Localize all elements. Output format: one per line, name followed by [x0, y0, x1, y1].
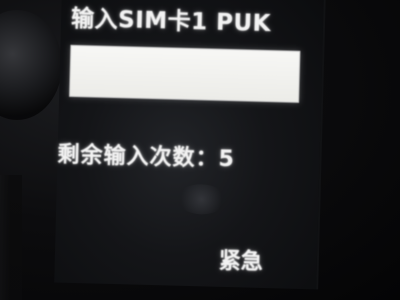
- phone-photo: 输入SIM卡1 PUK 剩余输入次数：5 紧急: [0, 0, 400, 300]
- emergency-softkey[interactable]: 紧急: [218, 243, 264, 276]
- puk-input-field[interactable]: [69, 44, 301, 103]
- puk-prompt-title: 输入SIM卡1 PUK: [70, 5, 272, 38]
- phone-body-edge: [0, 10, 62, 120]
- remaining-attempts-label: 剩余输入次数：5: [57, 142, 236, 173]
- phone-body-edge-lower: [0, 175, 22, 300]
- screen-reflection: [176, 183, 227, 215]
- phone-screen: 输入SIM卡1 PUK 剩余输入次数：5 紧急: [54, 0, 326, 290]
